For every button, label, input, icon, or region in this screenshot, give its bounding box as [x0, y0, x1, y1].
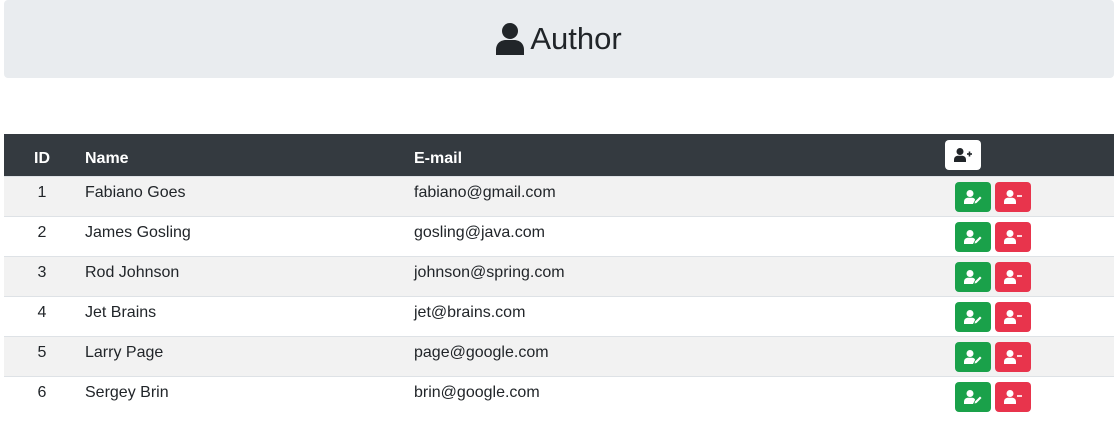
cell-id: 6 [37, 383, 47, 401]
table-row: 3 Rod Johnson johnson@spring.com [4, 256, 1114, 296]
edit-author-button[interactable] [955, 181, 991, 212]
user-icon [496, 23, 525, 55]
cell-actions [939, 296, 1114, 336]
delete-author-button[interactable] [995, 341, 1031, 372]
cell-actions [939, 336, 1114, 376]
cell-id: 2 [37, 223, 47, 241]
cell-actions [939, 376, 1114, 416]
cell-id: 4 [37, 303, 47, 321]
page-header: Author [4, 0, 1114, 78]
cell-id: 1 [37, 183, 47, 201]
delete-author-button[interactable] [995, 181, 1031, 212]
cell-email: gosling@java.com [414, 223, 545, 241]
user-edit-icon [964, 349, 982, 364]
cell-name: James Gosling [85, 223, 191, 241]
delete-author-button[interactable] [995, 261, 1031, 292]
cell-email: jet@brains.com [414, 303, 526, 321]
user-minus-icon [1004, 389, 1022, 404]
user-edit-icon [964, 189, 982, 204]
user-edit-icon [964, 229, 982, 244]
edit-author-button[interactable] [955, 381, 991, 412]
delete-author-button[interactable] [995, 381, 1031, 412]
edit-author-button[interactable] [955, 301, 991, 332]
user-plus-icon [954, 147, 972, 162]
authors-table: ID Name E-mail 1 Fabiano Goes fabiano@gm… [4, 134, 1114, 416]
page-title-text: Author [530, 21, 622, 56]
user-edit-icon [964, 309, 982, 324]
add-author-button[interactable] [945, 139, 981, 170]
delete-author-button[interactable] [995, 221, 1031, 252]
cell-id: 5 [37, 343, 47, 361]
cell-email: johnson@spring.com [414, 263, 565, 281]
delete-author-button[interactable] [995, 301, 1031, 332]
user-minus-icon [1004, 349, 1022, 364]
table-row: 2 James Gosling gosling@java.com [4, 216, 1114, 256]
table-row: 5 Larry Page page@google.com [4, 336, 1114, 376]
user-edit-icon [964, 389, 982, 404]
cell-name: Larry Page [85, 343, 164, 361]
user-minus-icon [1004, 269, 1022, 284]
column-header-name: Name [85, 149, 129, 167]
cell-name: Rod Johnson [85, 263, 180, 281]
edit-author-button[interactable] [955, 341, 991, 372]
table-header-row: ID Name E-mail [4, 134, 1114, 176]
cell-name: Jet Brains [85, 303, 157, 321]
user-edit-icon [964, 269, 982, 284]
user-minus-icon [1004, 229, 1022, 244]
cell-email: page@google.com [414, 343, 549, 361]
column-header-id: ID [34, 149, 50, 167]
edit-author-button[interactable] [955, 221, 991, 252]
user-minus-icon [1004, 309, 1022, 324]
cell-name: Sergey Brin [85, 383, 169, 401]
cell-email: brin@google.com [414, 383, 540, 401]
column-header-actions [939, 134, 1114, 176]
cell-id: 3 [37, 263, 47, 281]
cell-name: Fabiano Goes [85, 183, 186, 201]
cell-actions [939, 256, 1114, 296]
user-minus-icon [1004, 189, 1022, 204]
edit-author-button[interactable] [955, 261, 991, 292]
cell-email: fabiano@gmail.com [414, 183, 556, 201]
cell-actions [939, 176, 1114, 216]
cell-actions [939, 216, 1114, 256]
table-row: 6 Sergey Brin brin@google.com [4, 376, 1114, 416]
page-title: Author [496, 21, 622, 57]
column-header-email: E-mail [414, 149, 463, 167]
table-row: 1 Fabiano Goes fabiano@gmail.com [4, 176, 1114, 216]
table-row: 4 Jet Brains jet@brains.com [4, 296, 1114, 336]
